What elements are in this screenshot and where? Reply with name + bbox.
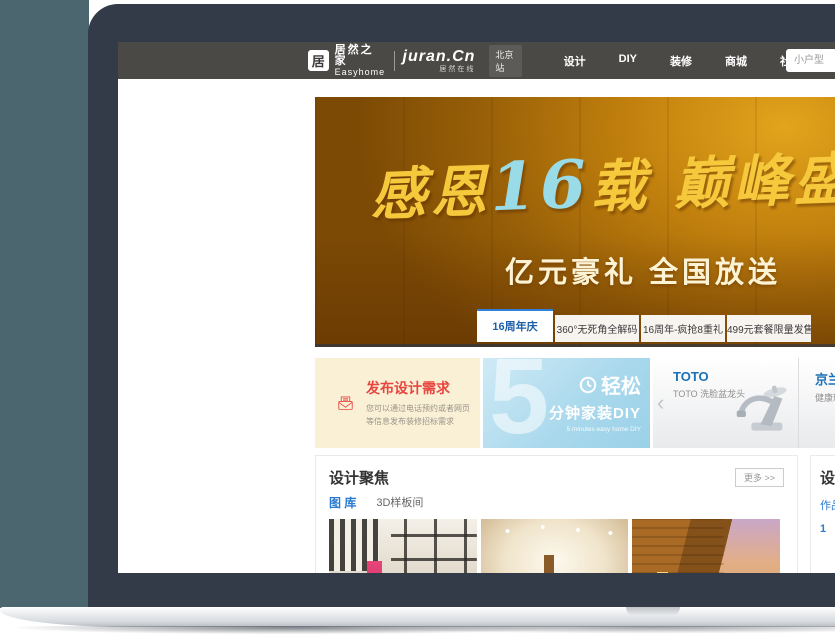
anniversary-banner[interactable]: 感恩16载 巅峰盛典 亿元豪礼 全国放送 16周年庆 360°无死角全解码 16…: [315, 97, 835, 347]
banner-tab-360[interactable]: 360°无死角全解码: [555, 315, 639, 342]
designer-page-1[interactable]: 1: [820, 523, 835, 535]
banner-tab-anniversary[interactable]: 16周年庆: [477, 309, 553, 342]
brand-name-en: Easyhome: [335, 68, 386, 77]
city-badge[interactable]: 北京站: [489, 45, 521, 77]
laptop-base-notch: [626, 607, 680, 616]
design-focus-header: 设计聚焦 更多 >>: [316, 456, 797, 492]
site-header: 居 居然之家 Easyhome juran.Cn 居然在线 北京站 设计 DIY…: [118, 42, 835, 79]
design-request-desc-line2: 等信息发布装修招标需求: [366, 416, 470, 429]
laptop-screen: 居 居然之家 Easyhome juran.Cn 居然在线 北京站 设计 DIY…: [118, 42, 835, 573]
services-strip: 发布设计需求 您可以通过电话预约或者网页 等信息发布装修招标需求 5 轻松 分钟…: [315, 358, 835, 448]
carousel-prev-icon[interactable]: ‹: [657, 392, 664, 414]
gallery-thumbnails: [316, 511, 797, 573]
portal-name: juran.Cn: [403, 49, 476, 65]
design-request-title: 发布设计需求: [366, 378, 470, 398]
diy-text-block: 轻松 分钟家装DIY 5 minutes easy home DIY: [549, 370, 641, 433]
designer-panel-title: 设计师: [820, 467, 835, 488]
banner-title-number: 16: [489, 145, 592, 226]
product-carousel: ‹ TOTO TOTO 洗脸盆龙头 京兰 健康环保: [653, 358, 835, 448]
portal-logo: juran.Cn 居然在线: [403, 49, 476, 73]
big-number-5: 5: [489, 358, 549, 448]
diy-5min-card[interactable]: 5 轻松 分钟家装DIY 5 minutes easy home DIY: [483, 358, 650, 448]
banner-title: 感恩16载 巅峰盛典: [369, 132, 835, 232]
thumbnail-brick-exterior[interactable]: [632, 519, 780, 573]
laptop-shadow: [0, 626, 835, 642]
laptop-base: [0, 607, 835, 627]
banner-tab-8gifts[interactable]: 16周年-疯抢8重礼: [641, 315, 725, 342]
tab-gallery[interactable]: 图 库: [329, 494, 356, 511]
teal-backdrop: [0, 0, 89, 608]
design-focus-tabs: 图 库 3D样板间: [316, 492, 797, 511]
diy-line: 分钟家装DIY: [549, 402, 641, 423]
product-card-jinglan[interactable]: 京兰 健康环保: [799, 358, 835, 448]
diy-tag-row: 轻松: [549, 370, 641, 399]
design-request-desc-line1: 您可以通过电话预约或者网页: [366, 403, 470, 416]
banner-tab-499[interactable]: 499元套餐限量发售: [727, 315, 811, 342]
thumbnail-gallery-wall[interactable]: [329, 519, 477, 573]
brand-name-cn: 居然之家: [335, 45, 386, 67]
product-card-toto[interactable]: ‹ TOTO TOTO 洗脸盆龙头: [653, 358, 799, 448]
designer-panel: 设计师 作品 1: [810, 455, 835, 573]
design-focus-panel: 设计聚焦 更多 >> 图 库 3D样板间: [315, 455, 798, 573]
design-request-card[interactable]: 发布设计需求 您可以通过电话预约或者网页 等信息发布装修招标需求: [315, 358, 480, 448]
banner-tab-bar: 16周年庆 360°无死角全解码 16周年-疯抢8重礼 499元套餐限量发售: [477, 309, 813, 342]
banner-subtitle: 亿元豪礼 全国放送: [505, 249, 781, 291]
product-next-brand: 京兰: [815, 369, 835, 388]
easyhome-logo[interactable]: 居 居然之家 Easyhome juran.Cn 居然在线: [308, 45, 475, 77]
design-focus-title: 设计聚焦: [329, 467, 389, 488]
design-request-text: 发布设计需求 您可以通过电话预约或者网页 等信息发布装修招标需求: [366, 378, 470, 429]
design-request-desc: 您可以通过电话预约或者网页 等信息发布装修招标需求: [366, 403, 470, 429]
brand-name: 居然之家 Easyhome: [335, 45, 386, 77]
banner-title-pre: 感恩: [369, 158, 491, 228]
clock-icon: [579, 376, 597, 394]
tab-3d-rooms[interactable]: 3D样板间: [376, 494, 423, 511]
product-next-name: 健康环保: [815, 391, 835, 404]
nav-item-diy[interactable]: DIY: [619, 53, 637, 69]
diy-sub: 5 minutes easy home DIY: [549, 426, 641, 433]
nav-item-design[interactable]: 设计: [564, 53, 586, 69]
more-button[interactable]: 更多 >>: [735, 468, 784, 487]
designer-works-tab[interactable]: 作品: [820, 497, 835, 513]
portal-subtitle: 居然在线: [403, 66, 476, 73]
envelope-icon: [337, 385, 354, 421]
thumbnail-bright-hall[interactable]: [481, 519, 629, 573]
nav-item-zhuangxiu[interactable]: 装修: [670, 53, 692, 69]
search-input[interactable]: [786, 49, 835, 72]
diy-tag: 轻松: [601, 370, 641, 399]
easyhome-seal-icon: 居: [308, 50, 329, 71]
banner-title-post: 载 巅峰盛典: [589, 144, 835, 221]
nav-item-mall[interactable]: 商城: [725, 53, 747, 69]
logo-divider: [394, 51, 395, 71]
faucet-image: [718, 374, 792, 438]
